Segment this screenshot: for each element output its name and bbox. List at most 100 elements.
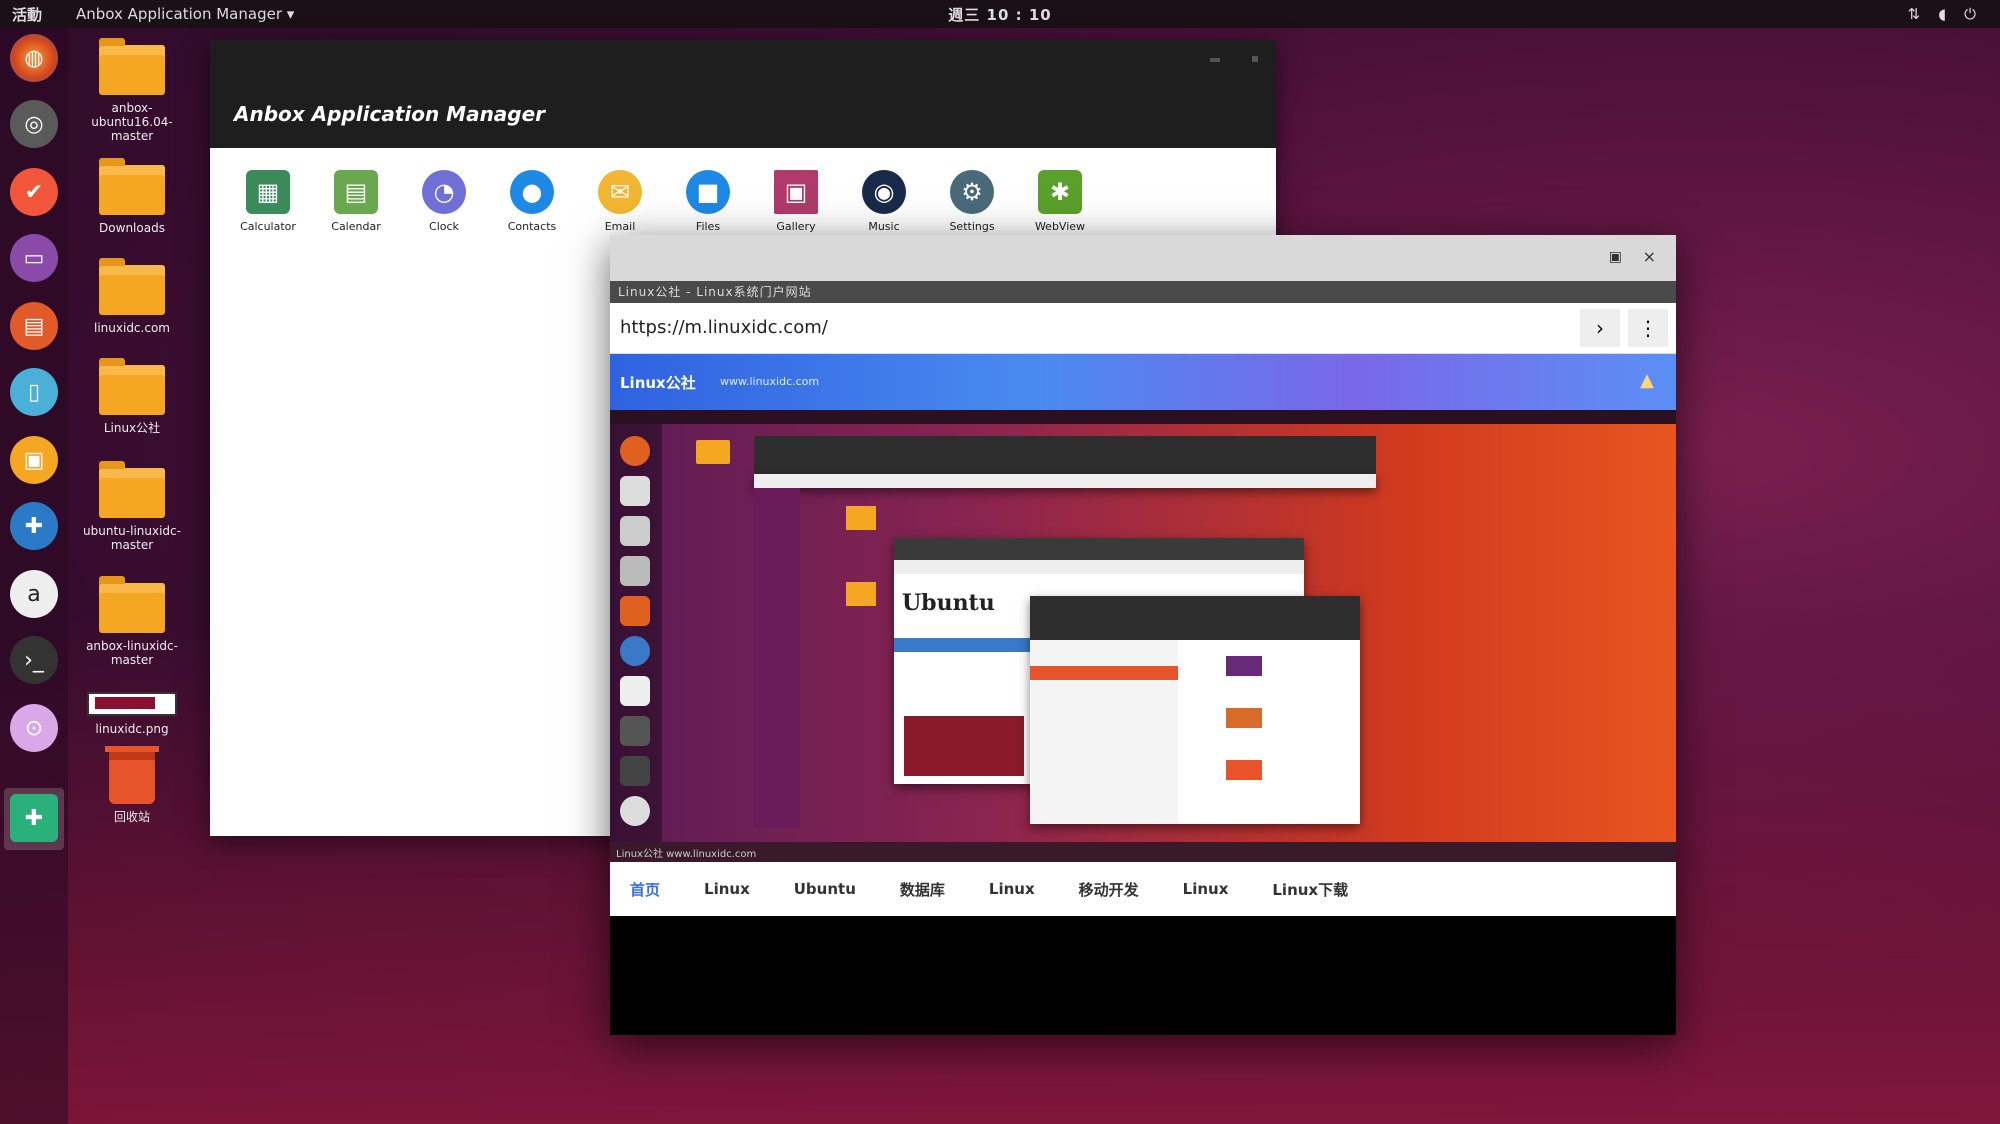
folder-icon <box>99 258 165 315</box>
nav-tab[interactable]: Linux <box>704 880 750 898</box>
browser-tab[interactable]: Linux公社 - Linux系统门户网站 <box>610 281 1676 303</box>
activities-button[interactable]: 活動 <box>12 4 42 25</box>
anbox-icon[interactable]: ✚ <box>10 794 58 842</box>
app-menu[interactable]: Anbox Application Manager ▾ <box>76 5 294 23</box>
app-gallery[interactable]: ▣ Gallery <box>752 170 840 233</box>
image-file-icon <box>87 692 177 716</box>
system-tray[interactable]: ⇅ ◖ ⏻ <box>1908 5 1976 23</box>
close-icon[interactable]: × <box>1643 247 1656 266</box>
app-label: WebView <box>1034 220 1086 233</box>
folder-icon <box>99 158 165 215</box>
nav-tab[interactable]: Ubuntu <box>794 880 856 898</box>
app-label: Calculator <box>240 220 296 233</box>
calendar-icon: ▤ <box>334 170 378 214</box>
nav-tab[interactable]: Linux <box>989 880 1035 898</box>
app-files[interactable]: ■ Files <box>664 170 752 233</box>
article-screenshot: Ubuntu Linux公社 www.linuxidc.com <box>610 410 1676 862</box>
site-nav: 首页 Linux Ubuntu 数据库 Linux 移动开发 Linux Lin… <box>610 862 1676 916</box>
settings-icon: ⚙ <box>950 170 994 214</box>
nav-tab[interactable]: Linux <box>1183 880 1229 898</box>
files-icon[interactable]: ▭ <box>10 234 58 282</box>
desktop-folder[interactable]: linuxidc.com <box>72 258 192 335</box>
app-settings[interactable]: ⚙ Settings <box>928 170 1016 233</box>
chromium-icon[interactable]: ◎ <box>10 100 58 148</box>
app-calendar[interactable]: ▤ Calendar <box>312 170 400 233</box>
nav-tab[interactable]: 首页 <box>630 879 660 900</box>
music-icon: ◉ <box>862 170 906 214</box>
android-icon: ✱ <box>1038 170 1082 214</box>
network-icon[interactable]: ⇅ <box>1908 5 1921 23</box>
gallery-icon: ▣ <box>774 170 818 214</box>
ubuntu-logo-text: Ubuntu <box>902 590 995 616</box>
desktop-folder[interactable]: ubuntu-linuxidc-master <box>72 461 192 552</box>
app-label: Gallery <box>776 220 816 233</box>
app-contacts[interactable]: ● Contacts <box>488 170 576 233</box>
app-manager-title: Anbox Application Manager <box>234 102 546 126</box>
app-label: Music <box>868 220 900 233</box>
desktop-icon-label: ubuntu-linuxidc-master <box>83 524 181 552</box>
clock-icon: ◔ <box>422 170 466 214</box>
nav-tab[interactable]: 移动开发 <box>1079 879 1139 900</box>
software-icon[interactable]: ▤ <box>10 302 58 350</box>
folder-icon <box>99 461 165 518</box>
desktop-image-file[interactable]: linuxidc.png <box>72 692 192 736</box>
app-label: Clock <box>429 220 459 233</box>
files-icon: ■ <box>686 170 730 214</box>
power-icon[interactable]: ⏻ <box>1964 5 1976 23</box>
app-calculator[interactable]: ▦ Calculator <box>224 170 312 233</box>
site-name[interactable]: Linux公社 <box>620 372 696 393</box>
notification-icon[interactable]: ▲ <box>1640 370 1654 391</box>
clock[interactable]: 週三 10 : 10 <box>948 4 1051 25</box>
screenshot-dock <box>610 424 662 842</box>
desktop-folder[interactable]: anbox-linuxidc-master <box>72 576 192 667</box>
desktop-icon-label: linuxidc.com <box>94 321 170 335</box>
site-banner: Linux公社 www.linuxidc.com ▲ <box>610 354 1676 410</box>
desktop-folder[interactable]: anbox-ubuntu16.04-master <box>72 38 192 143</box>
nav-tab[interactable]: Linux下载 <box>1272 879 1348 900</box>
terminal-icon[interactable]: ›_ <box>10 636 58 684</box>
desktop-icon-label: anbox-ubuntu16.04-master <box>91 101 173 143</box>
restore-icon[interactable]: ▣ <box>1609 249 1622 265</box>
url-field[interactable]: https://m.linuxidc.com/ <box>620 317 828 338</box>
app-clock[interactable]: ◔ Clock <box>400 170 488 233</box>
desktop-folder[interactable]: Downloads <box>72 158 192 235</box>
folder-icon <box>99 38 165 95</box>
dock: ◍ ◎ ✔ ▭ ▤ ▯ ▣ ✚ a ›_ ⊙ ✚ <box>0 28 68 1124</box>
volume-icon[interactable]: ◖ <box>1938 5 1946 23</box>
folder-icon <box>99 576 165 633</box>
app-music[interactable]: ◉ Music <box>840 170 928 233</box>
redux-icon[interactable]: ✔ <box>10 168 58 216</box>
app-label: Files <box>695 220 721 233</box>
writer-icon[interactable]: ▯ <box>10 368 58 416</box>
app-label: Contacts <box>507 220 557 233</box>
archive-icon[interactable]: ▣ <box>10 436 58 484</box>
app-email[interactable]: ✉ Email <box>576 170 664 233</box>
menu-button[interactable]: ⋮ <box>1628 309 1668 347</box>
email-icon: ✉ <box>598 170 642 214</box>
help-icon[interactable]: ✚ <box>10 502 58 550</box>
minimize-button[interactable] <box>1210 58 1220 62</box>
browser-titlebar: ▣ × <box>610 235 1676 281</box>
desktop-folder[interactable]: Linux公社 <box>72 358 192 435</box>
desktop-icon-label: anbox-linuxidc-master <box>86 639 178 667</box>
app-webview[interactable]: ✱ WebView <box>1016 170 1104 233</box>
browser-window: ▣ × Linux公社 - Linux系统门户网站 https://m.linu… <box>610 235 1676 1035</box>
reload-button[interactable]: › <box>1580 309 1620 347</box>
site-tagline: www.linuxidc.com <box>720 375 820 388</box>
usb-icon[interactable]: ⊙ <box>10 704 58 752</box>
screenshot-window-header <box>754 436 1376 474</box>
app-label: Email <box>604 220 636 233</box>
nav-tab[interactable]: 数据库 <box>900 879 945 900</box>
address-bar: https://m.linuxidc.com/ › ⋮ <box>610 303 1676 354</box>
close-button[interactable] <box>1252 56 1258 62</box>
app-manager-header: Anbox Application Manager <box>210 40 1276 148</box>
contacts-icon: ● <box>510 170 554 214</box>
screenshot-topbar <box>610 410 1676 424</box>
amazon-icon[interactable]: a <box>10 570 58 618</box>
app-launcher-grid: ▦ Calculator ▤ Calendar ◔ Clock ● Contac… <box>210 148 1276 233</box>
folder-icon <box>99 358 165 415</box>
firefox-icon[interactable]: ◍ <box>10 34 58 82</box>
trash[interactable]: 回收站 <box>72 746 192 824</box>
desktop-icon-label: linuxidc.png <box>95 722 169 736</box>
screenshot-footer: Linux公社 www.linuxidc.com <box>610 842 1676 862</box>
